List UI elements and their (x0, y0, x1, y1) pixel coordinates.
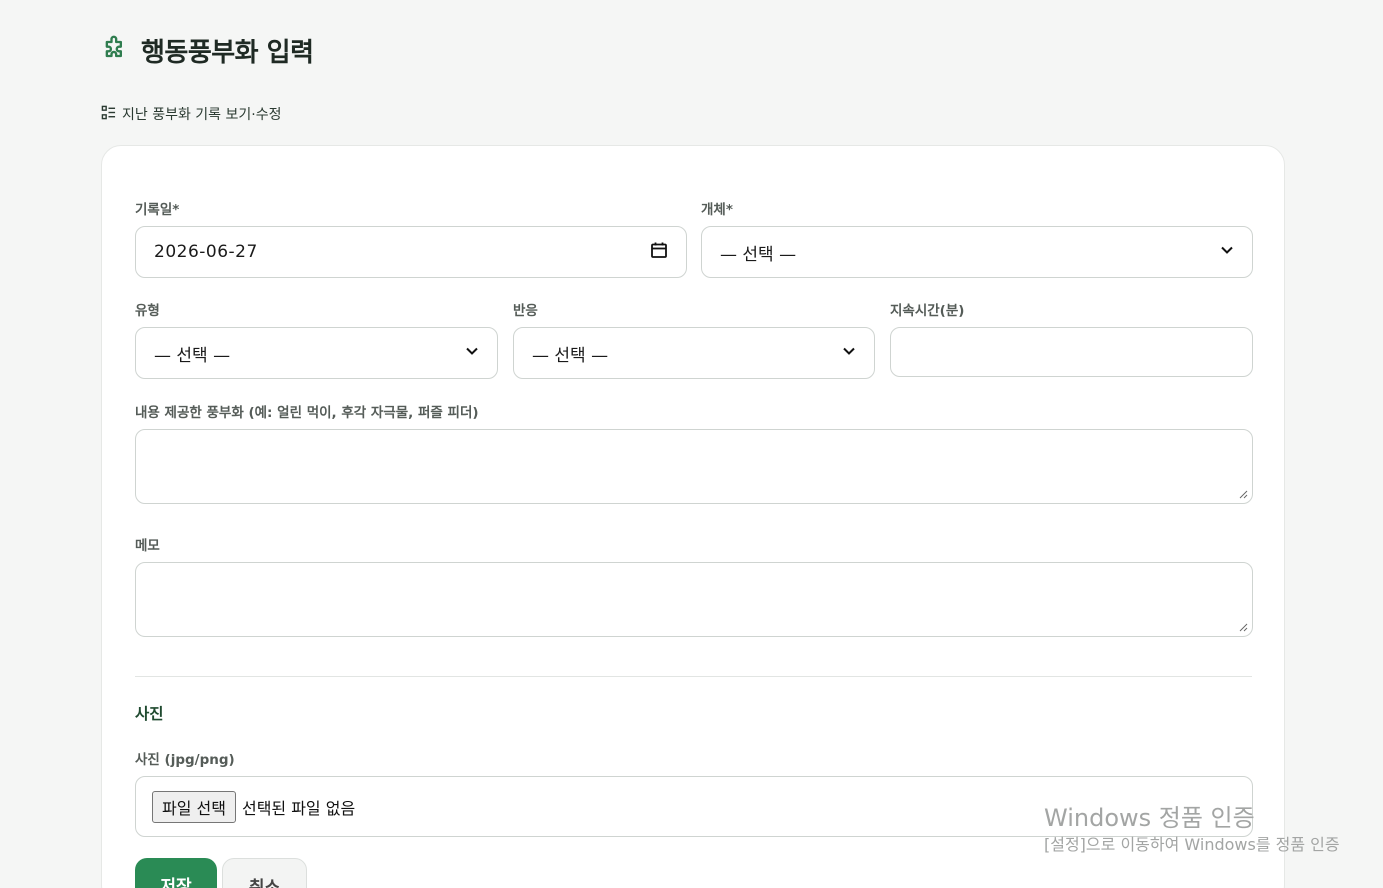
cancel-button[interactable]: 취소 (222, 858, 307, 888)
animal-label: 개체* (701, 202, 733, 218)
header: 행동풍부화 입력 (101, 32, 314, 69)
date-input[interactable]: 2026-06-27 (135, 226, 687, 278)
type-select-value: — 선택 — (154, 345, 231, 366)
memo-textarea[interactable] (135, 562, 1253, 637)
duration-label: 지속시간(분) (890, 303, 965, 319)
content-textarea[interactable] (135, 429, 1253, 504)
type-label: 유형 (135, 303, 160, 319)
list-icon (101, 105, 116, 124)
photo-file-input[interactable]: 파일 선택 선택된 파일 없음 (135, 776, 1253, 837)
date-value: 2026-06-27 (154, 242, 258, 262)
content-label: 내용 제공한 풍부화 (예: 얼린 먹이, 후각 자극물, 퍼즐 피더) (135, 405, 479, 421)
photo-section-title: 사진 (135, 705, 164, 723)
duration-input[interactable] (890, 327, 1253, 377)
file-status: 선택된 파일 없음 (241, 798, 356, 818)
save-button[interactable]: 저장 (135, 858, 217, 888)
type-select[interactable]: — 선택 — (135, 327, 498, 379)
cancel-button-label: 취소 (248, 878, 281, 888)
history-link-label: 지난 풍부화 기록 보기·수정 (122, 107, 282, 123)
section-divider (135, 676, 1252, 677)
photo-label: 사진 (jpg/png) (135, 752, 235, 768)
chevron-down-icon (465, 343, 479, 363)
reaction-label: 반응 (513, 303, 538, 319)
history-link[interactable]: 지난 풍부화 기록 보기·수정 (101, 104, 281, 124)
save-button-label: 저장 (160, 877, 192, 888)
animal-select-value: — 선택 — (720, 244, 797, 265)
reaction-select[interactable]: — 선택 — (513, 327, 875, 379)
form-card: 기록일* 2026-06-27 개체* — 선택 — 유형 — 선택 — 반응 … (101, 145, 1285, 888)
page-title: 행동풍부화 입력 (141, 38, 314, 68)
animal-select[interactable]: — 선택 — (701, 226, 1253, 278)
page: 행동풍부화 입력 지난 풍부화 기록 보기·수정 기록일* 2026-06-27 (0, 0, 1383, 888)
calendar-icon[interactable] (650, 241, 668, 264)
reaction-select-value: — 선택 — (532, 345, 609, 366)
date-label: 기록일* (135, 202, 180, 218)
chevron-down-icon (1220, 242, 1234, 262)
puzzle-icon (101, 35, 129, 67)
chevron-down-icon (842, 343, 856, 363)
file-select-button[interactable]: 파일 선택 (152, 790, 236, 823)
memo-label: 메모 (135, 538, 160, 554)
